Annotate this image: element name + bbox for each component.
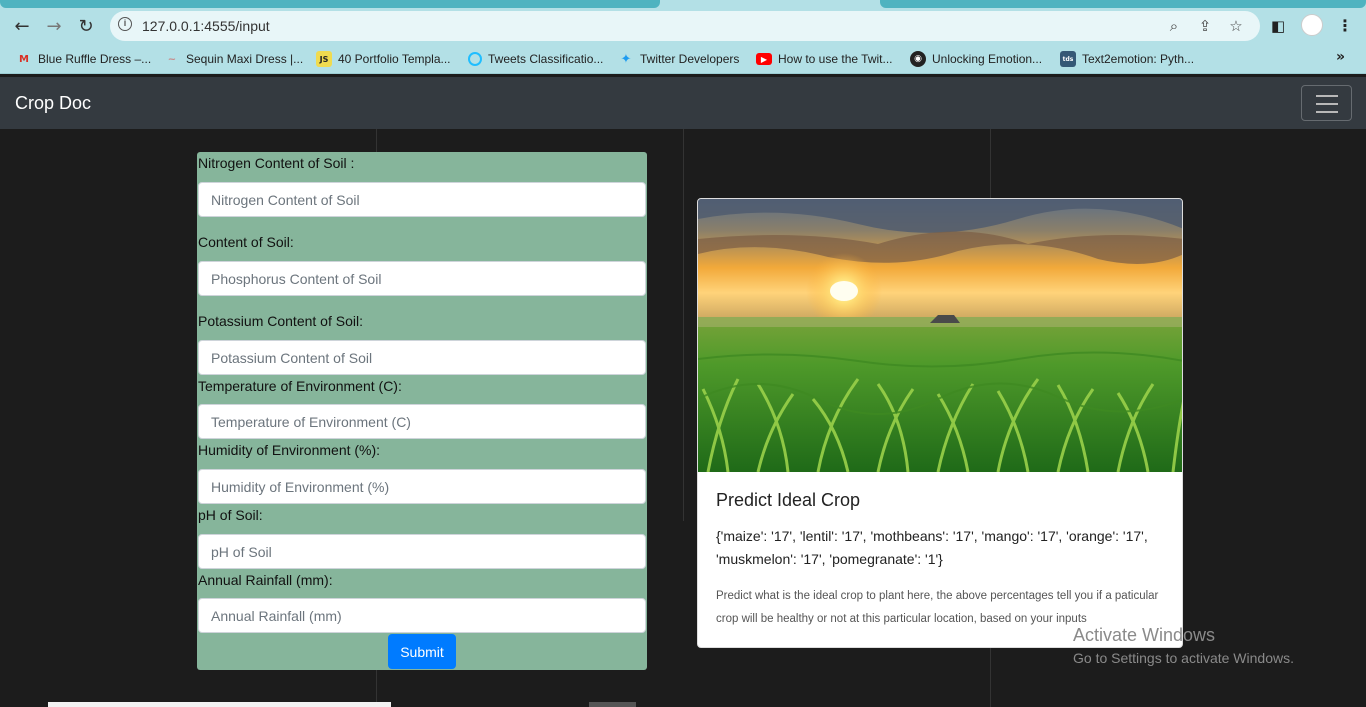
tab-strip [0, 0, 1366, 8]
bookmark-label: Blue Ruffle Dress –... [38, 52, 152, 66]
activate-windows-title: Activate Windows [1073, 625, 1216, 645]
column-divider [683, 129, 684, 521]
bookmark-star-icon[interactable]: ☆ [1227, 17, 1245, 35]
share-icon[interactable]: ⇪ [1196, 17, 1214, 35]
page-body: Nitrogen Content of Soil : Nitrogen Cont… [0, 129, 1366, 707]
bookmark-label: Tweets Classificatio... [488, 52, 604, 66]
rainfall-label: Annual Rainfall (mm): [198, 572, 333, 588]
browser-tab[interactable] [880, 0, 1366, 8]
cornfield-image [698, 199, 1182, 472]
nitrogen-label: Nitrogen Content of Soil : [198, 155, 355, 171]
bottom-overlay [589, 702, 636, 707]
hamburger-icon [1316, 95, 1338, 97]
prediction-card: Predict Ideal Crop {'maize': '17', 'lent… [697, 198, 1183, 648]
ph-label: pH of Soil: [198, 507, 263, 523]
youtube-icon: ▶ [756, 53, 772, 65]
prediction-result: {'maize': '17', 'lentil': '17', 'mothbea… [716, 528, 1148, 567]
bookmark-label: 40 Portfolio Templa... [338, 52, 451, 66]
bookmark-item[interactable]: ▶ How to use the Twit... [756, 50, 893, 68]
bookmark-item[interactable]: JS 40 Portfolio Templa... [316, 50, 451, 68]
menu-icon[interactable]: ⋮ [1337, 16, 1353, 35]
bookmark-label: Sequin Maxi Dress |... [186, 52, 304, 66]
side-panel-icon[interactable]: ◧ [1271, 17, 1285, 35]
globe-icon: ◉ [910, 51, 926, 67]
shop-icon: ~ [167, 53, 177, 65]
humidity-input[interactable]: Humidity of Environment (%) [198, 469, 646, 504]
submit-button[interactable]: Submit [388, 634, 456, 669]
brand-logo[interactable]: Crop Doc [15, 93, 91, 114]
temperature-label: Temperature of Environment (C): [198, 378, 402, 394]
phosphorus-label: Content of Soil: [198, 234, 294, 250]
js-icon: JS [316, 51, 332, 67]
bookmark-item[interactable]: tds Text2emotion: Pyth... [1060, 50, 1194, 68]
bottom-overlay [48, 702, 391, 707]
activate-windows-subtitle: Go to Settings to activate Windows. [1073, 650, 1294, 666]
rainfall-input[interactable]: Annual Rainfall (mm) [198, 598, 646, 633]
forward-icon[interactable]: → [42, 14, 66, 38]
bookmark-label: Unlocking Emotion... [932, 52, 1043, 66]
address-url[interactable]: 127.0.0.1:4555/input [142, 18, 270, 34]
reload-icon[interactable]: ↻ [74, 14, 98, 38]
bookmark-item[interactable]: ◉ Unlocking Emotion... [910, 50, 1042, 68]
potassium-label: Potassium Content of Soil: [198, 313, 363, 329]
humidity-label: Humidity of Environment (%): [198, 442, 381, 458]
temperature-input[interactable]: Temperature of Environment (C) [198, 404, 646, 439]
navbar: Crop Doc [0, 77, 1366, 129]
phosphorus-input[interactable]: Phosphorus Content of Soil [198, 261, 646, 296]
kaggle-icon [468, 52, 482, 66]
bookmark-label: Text2emotion: Pyth... [1082, 52, 1195, 66]
more-bookmarks-icon[interactable]: » [1336, 49, 1345, 65]
nitrogen-input[interactable]: Nitrogen Content of Soil [198, 182, 646, 217]
gmail-icon: M [19, 53, 29, 65]
tds-icon: tds [1060, 51, 1076, 67]
potassium-input[interactable]: Potassium Content of Soil [198, 340, 646, 375]
bookmark-item[interactable]: M Blue Ruffle Dress –... [16, 50, 151, 68]
twitter-icon: ✦ [620, 51, 632, 67]
crop-input-form: Nitrogen Content of Soil : Nitrogen Cont… [197, 152, 647, 670]
bookmark-item[interactable]: ~ Sequin Maxi Dress |... [164, 50, 303, 68]
address-bar[interactable]: i 127.0.0.1:4555/input ⌕ ⇪ ☆ [110, 11, 1260, 41]
bookmark-label: How to use the Twit... [778, 52, 893, 66]
bookmarks-bar: M Blue Ruffle Dress –... ~ Sequin Maxi D… [0, 44, 1366, 74]
bookmark-item[interactable]: ✦ Twitter Developers [618, 50, 740, 68]
site-info-icon[interactable]: i [118, 17, 132, 31]
back-icon[interactable]: ← [10, 14, 34, 38]
navbar-toggler-button[interactable] [1301, 85, 1352, 121]
browser-toolbar: ← → ↻ i 127.0.0.1:4555/input ⌕ ⇪ ☆ ◧ ⋮ [0, 8, 1366, 44]
bookmark-item[interactable]: Tweets Classificatio... [468, 50, 603, 68]
card-title: Predict Ideal Crop [716, 490, 861, 510]
profile-avatar[interactable] [1301, 14, 1323, 36]
bookmark-label: Twitter Developers [640, 52, 740, 66]
ph-input[interactable]: pH of Soil [198, 534, 646, 569]
browser-tab[interactable] [0, 0, 660, 8]
zoom-icon[interactable]: ⌕ [1165, 17, 1183, 35]
